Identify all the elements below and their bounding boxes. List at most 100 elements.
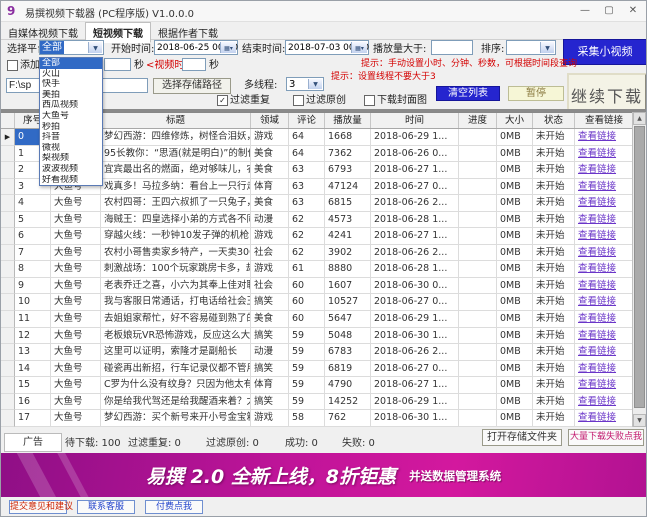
cell-view-link[interactable]: 查看链接 <box>575 410 634 427</box>
platform-option[interactable]: 秒拍 <box>40 122 102 133</box>
platform-option[interactable]: 波波视频 <box>40 164 102 175</box>
view-link[interactable]: 查看链接 <box>578 313 616 324</box>
start-time-picker[interactable]: 2018-06-25 00:00 ▦▾ <box>154 40 238 55</box>
duration-max-input[interactable] <box>182 58 206 71</box>
chevron-down-icon[interactable]: ▼ <box>308 79 322 89</box>
platform-option[interactable]: 西瓜视频 <box>40 100 102 111</box>
footer-button-1[interactable]: 提交意见和建议 <box>9 500 67 514</box>
filter-original-checkbox[interactable] <box>293 95 304 106</box>
view-link[interactable]: 查看链接 <box>578 148 616 159</box>
platform-option[interactable]: 梨视频 <box>40 153 102 164</box>
table-row[interactable]: 5大鱼号海贼王：四皇选择小弟的方式各不同，难怪红...动漫6245732018-… <box>1 212 634 229</box>
cell-view-link[interactable]: 查看链接 <box>575 212 634 229</box>
cell-title: 农村小哥售卖家乡特产，一天卖300斤，吃... <box>101 245 251 262</box>
cell-view-link[interactable]: 查看链接 <box>575 228 634 245</box>
table-row[interactable]: 17大鱼号梦幻西游：买个新号来开小号金宝箱，运气...游戏587622018-0… <box>1 410 634 427</box>
platform-select[interactable]: 全部 ▼ <box>39 40 104 55</box>
platform-option[interactable]: 快手 <box>40 79 102 90</box>
maximize-button[interactable]: ▢ <box>600 3 618 19</box>
filter-duplicate-checkbox[interactable]: ✓ <box>217 95 228 106</box>
pause-button[interactable]: 暂停 <box>508 86 564 101</box>
platform-option[interactable]: 抖音 <box>40 132 102 143</box>
cell-view-link[interactable]: 查看链接 <box>575 146 634 163</box>
table-row[interactable]: 6大鱼号穿越火线：一秒钟10发子弹的机枪，右键...游戏6242412018-0… <box>1 228 634 245</box>
duration-min-input[interactable] <box>104 58 131 71</box>
close-button[interactable]: ✕ <box>624 3 642 19</box>
cell-view-link[interactable]: 查看链接 <box>575 344 634 361</box>
open-folder-button[interactable]: 打开存储文件夹 <box>482 429 562 446</box>
scroll-up-icon[interactable]: ▲ <box>633 112 646 125</box>
view-link[interactable]: 查看链接 <box>578 396 616 407</box>
table-row[interactable]: 13大鱼号这里可以证明，索隆才是副船长动漫5967832018-06-26 2.… <box>1 344 634 361</box>
chevron-down-icon[interactable]: ▼ <box>540 42 554 53</box>
clear-list-button[interactable]: 清空列表 <box>436 86 500 101</box>
view-link[interactable]: 查看链接 <box>578 230 616 241</box>
cell-view-link[interactable]: 查看链接 <box>575 361 634 378</box>
table-row[interactable]: 8大鱼号刺激战场：100个玩家跳房卡多，却没人去...游戏6188802018-… <box>1 261 634 278</box>
view-link[interactable]: 查看链接 <box>578 412 616 423</box>
cell-view-link[interactable]: 查看链接 <box>575 129 634 146</box>
table-scrollbar[interactable]: ▲ ▼ <box>632 112 646 427</box>
footer-button-3[interactable]: 付费点我 <box>145 500 203 514</box>
cell-progress <box>459 228 497 245</box>
thread-select[interactable]: 3 ▼ <box>286 77 324 91</box>
promo-banner[interactable]: 易撰 2.0 全新上线，8折钜惠 并送数据管理系统 <box>1 453 646 497</box>
view-link[interactable]: 查看链接 <box>578 346 616 357</box>
platform-option[interactable]: 大鱼号 <box>40 111 102 122</box>
table-row[interactable]: 7大鱼号农村小哥售卖家乡特产，一天卖300斤，吃...社会6239022018-… <box>1 245 634 262</box>
table-row[interactable]: 9大鱼号老表乔迁之喜，小六为其奉上佳对联...社会6016072018-06-3… <box>1 278 634 295</box>
table-row[interactable]: 14大鱼号碰瓷再出新招，行车记录仪都不管用，让...搞笑5968192018-0… <box>1 361 634 378</box>
cell-view-link[interactable]: 查看链接 <box>575 328 634 345</box>
table-row[interactable]: 10大鱼号我与客服日常通话，打电话给社会王天枪...搞笑60105272018-… <box>1 294 634 311</box>
cell-view-link[interactable]: 查看链接 <box>575 179 634 196</box>
scroll-down-icon[interactable]: ▼ <box>633 414 646 427</box>
cell-view-link[interactable]: 查看链接 <box>575 195 634 212</box>
platform-option[interactable]: 火山 <box>40 69 102 80</box>
add-data-checkbox[interactable] <box>7 60 18 71</box>
table-row[interactable]: 12大鱼号老板娘玩VR恐怖游戏，反应这么大的...搞笑5950482018-06… <box>1 328 634 345</box>
view-link[interactable]: 查看链接 <box>578 296 616 307</box>
cell-progress <box>459 361 497 378</box>
minimize-button[interactable]: — <box>576 3 594 19</box>
view-link[interactable]: 查看链接 <box>578 164 616 175</box>
calendar-icon[interactable]: ▦▾ <box>220 42 236 53</box>
cell-view-link[interactable]: 查看链接 <box>575 377 634 394</box>
download-fail-help-button[interactable]: 大量下载失败点我 <box>568 429 644 446</box>
view-link[interactable]: 查看链接 <box>578 131 616 142</box>
view-link[interactable]: 查看链接 <box>578 363 616 374</box>
cell-view-link[interactable]: 查看链接 <box>575 278 634 295</box>
view-link[interactable]: 查看链接 <box>578 280 616 291</box>
calendar-icon[interactable]: ▦▾ <box>351 42 367 53</box>
view-link[interactable]: 查看链接 <box>578 214 616 225</box>
cell-view-link[interactable]: 查看链接 <box>575 394 634 411</box>
table-row[interactable]: 11大鱼号去姐姐家帮忙，好不容易碰到熟了的火龙...美食6056472018-0… <box>1 311 634 328</box>
cell-view-link[interactable]: 查看链接 <box>575 311 634 328</box>
platform-option[interactable]: 微视 <box>40 143 102 154</box>
choose-path-button[interactable]: 选择存储路径 <box>153 78 231 94</box>
view-link[interactable]: 查看链接 <box>578 379 616 390</box>
cell-view-link[interactable]: 查看链接 <box>575 245 634 262</box>
table-row[interactable]: 4大鱼号农村四哥：王四六叔抓了一只兔子，全家...美食6368152018-06… <box>1 195 634 212</box>
download-cover-checkbox[interactable] <box>364 95 375 106</box>
cell-comments: 58 <box>289 410 325 427</box>
view-link[interactable]: 查看链接 <box>578 263 616 274</box>
view-link[interactable]: 查看链接 <box>578 330 616 341</box>
platform-option[interactable]: 全部 <box>40 58 102 69</box>
cell-plays: 5647 <box>325 311 371 328</box>
platform-option[interactable]: 美拍 <box>40 90 102 101</box>
table-row[interactable]: 16大鱼号你是给我代驾还是给我醒酒来着？太搞笑了搞笑59142522018-06… <box>1 394 634 411</box>
cell-view-link[interactable]: 查看链接 <box>575 294 634 311</box>
cell-view-link[interactable]: 查看链接 <box>575 261 634 278</box>
scrollbar-thumb[interactable] <box>634 126 645 408</box>
view-link[interactable]: 查看链接 <box>578 247 616 258</box>
end-time-picker[interactable]: 2018-07-03 00:00 ▦▾ <box>285 40 369 55</box>
footer-button-2[interactable]: 联系客服 <box>77 500 135 514</box>
view-link[interactable]: 查看链接 <box>578 197 616 208</box>
sort-select[interactable]: ▼ <box>506 40 556 55</box>
chevron-down-icon[interactable]: ▼ <box>88 42 102 53</box>
cell-view-link[interactable]: 查看链接 <box>575 162 634 179</box>
platform-option[interactable]: 好看视频 <box>40 175 102 186</box>
table-row[interactable]: 15大鱼号C罗为什么没有纹身？只因为他太有爱心，...体育5947902018-… <box>1 377 634 394</box>
view-link[interactable]: 查看链接 <box>578 181 616 192</box>
min-plays-input[interactable] <box>431 40 473 55</box>
